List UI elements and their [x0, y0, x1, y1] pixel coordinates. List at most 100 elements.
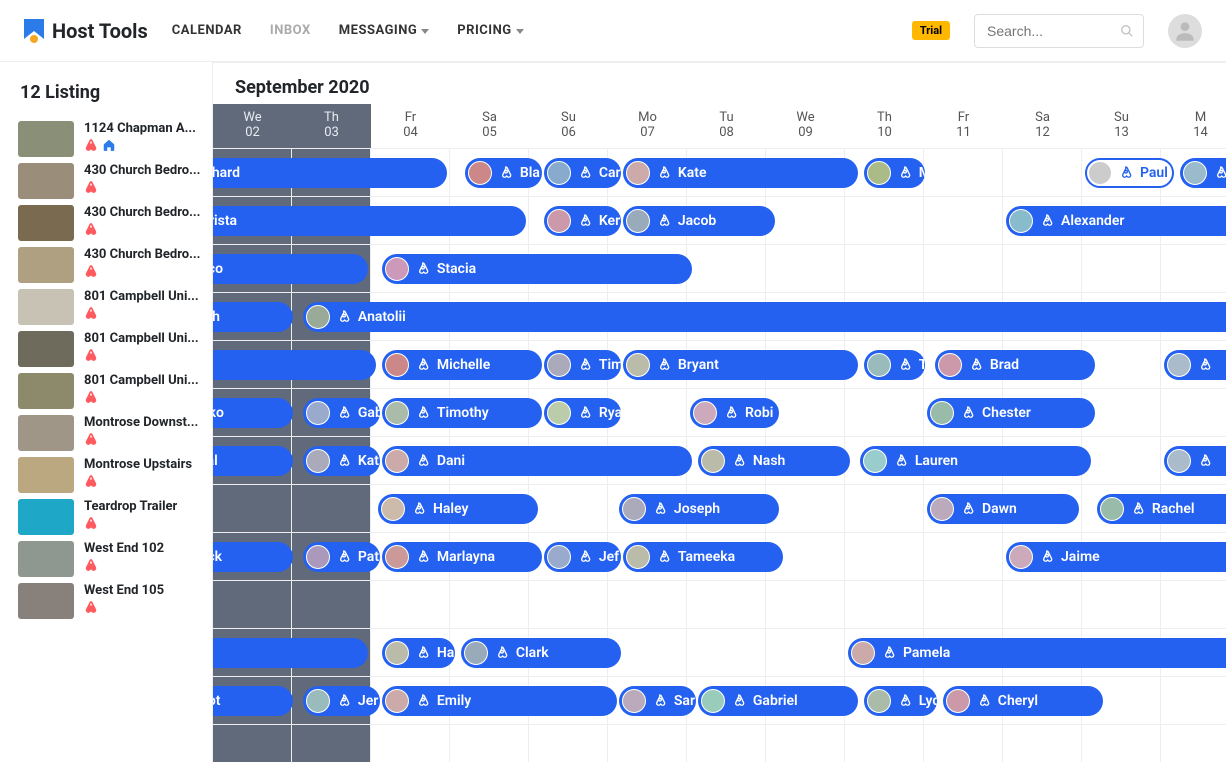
listing-row[interactable]: 430 Church Bedro...	[18, 247, 202, 283]
booking-pill[interactable]: Brad	[935, 350, 1095, 380]
booking-pill[interactable]: Chester	[927, 398, 1095, 428]
booking-pill[interactable]: Richard	[213, 158, 447, 188]
booking-pill[interactable]: Timothy	[382, 398, 542, 428]
listing-row[interactable]: Montrose Upstairs	[18, 457, 202, 493]
listing-row[interactable]: 801 Campbell Uni...	[18, 373, 202, 409]
calendar-body[interactable]: Richard BlaCarKateMa Paul Christa KerJacob Al…	[213, 149, 1226, 762]
guest-name: Jack	[213, 549, 222, 565]
booking-pill[interactable]	[1180, 158, 1226, 188]
booking-pill[interactable]: Michelle	[382, 350, 542, 380]
guest-name: Dawn	[982, 501, 1017, 517]
booking-pill[interactable]: Lauren	[860, 446, 1091, 476]
booking-pill[interactable]: Cheryl	[943, 686, 1103, 716]
booking-pill[interactable]: Anatolii	[303, 302, 1226, 332]
booking-pill[interactable]: Car	[544, 158, 621, 188]
booking-pill[interactable]: Jack	[213, 542, 293, 572]
booking-pill[interactable]: Gabriel	[698, 686, 858, 716]
guest-avatar	[946, 689, 970, 713]
nav-inbox[interactable]: INBOX	[270, 23, 311, 38]
booking-pill[interactable]: Nash	[698, 446, 850, 476]
booking-pill[interactable]: Gina	[213, 638, 368, 668]
booking-pill[interactable]: Bryant	[623, 350, 858, 380]
logo[interactable]: Host Tools	[24, 19, 148, 43]
guest-avatar	[1167, 449, 1191, 473]
guest-avatar	[385, 545, 409, 569]
listing-row[interactable]: Montrose Downst...	[18, 415, 202, 451]
booking-pill[interactable]: Alexander	[1006, 206, 1226, 236]
booking-pill[interactable]: Tameeka	[623, 542, 783, 572]
listing-row[interactable]: 801 Campbell Uni...	[18, 331, 202, 367]
user-avatar[interactable]	[1168, 14, 1202, 48]
guest-name: Francisco	[213, 261, 223, 277]
channel-icons	[84, 306, 199, 320]
airbnb-icon	[1130, 501, 1146, 517]
booking-pill[interactable]: Kat	[303, 446, 380, 476]
booking-pill[interactable]: Marlayna	[382, 542, 542, 572]
airbnb-icon	[415, 693, 431, 709]
booking-pill[interactable]: Francisco	[213, 254, 368, 284]
booking-pill[interactable]: Christa	[213, 206, 526, 236]
guest-name: Jer	[358, 693, 378, 709]
booking-pill[interactable]: Sar	[619, 686, 696, 716]
booking-pill[interactable]: Clark	[461, 638, 621, 668]
guest-name: Rya	[599, 405, 621, 421]
airbnb-icon	[577, 405, 593, 421]
booking-pill[interactable]: Jaime	[1006, 542, 1226, 572]
booking-pill[interactable]: Pat	[303, 542, 380, 572]
booking-pill[interactable]: Scot	[213, 686, 293, 716]
booking-pill[interactable]: Rachel	[1097, 494, 1226, 524]
listing-row[interactable]: 430 Church Bedro...	[18, 163, 202, 199]
booking-pill[interactable]: Robi	[690, 398, 779, 428]
search-input[interactable]	[974, 14, 1144, 48]
booking-pill[interactable]: Haley	[378, 494, 538, 524]
booking-pill[interactable]	[1164, 350, 1226, 380]
listing-row[interactable]: Teardrop Trailer	[18, 499, 202, 535]
day-header: We02	[213, 104, 292, 148]
listing-row[interactable]: 1124 Chapman A...	[18, 121, 202, 157]
booking-pill[interactable]: Ten	[864, 350, 925, 380]
listing-row[interactable]: West End 105	[18, 583, 202, 619]
booking-pill[interactable]: Pamela	[848, 638, 1226, 668]
nav-messaging[interactable]: MESSAGING	[339, 23, 430, 38]
booking-pill[interactable]: Jef	[544, 542, 621, 572]
booking-pill[interactable]: Jer	[303, 686, 380, 716]
booking-pill[interactable]: Dako	[213, 398, 293, 428]
listing-row[interactable]: West End 102	[18, 541, 202, 577]
booking-pill[interactable]: Bla	[465, 158, 542, 188]
booking-pill[interactable]: Erin	[213, 350, 376, 380]
brand-name: Host Tools	[52, 19, 148, 43]
booking-pill[interactable]: Dani	[382, 446, 692, 476]
guest-avatar	[930, 401, 954, 425]
listing-row[interactable]: 801 Campbell Uni...	[18, 289, 202, 325]
booking-pill[interactable]: Paul	[1085, 158, 1174, 188]
nav-calendar[interactable]: CALENDAR	[172, 23, 242, 38]
booking-pill[interactable]: Dawn	[927, 494, 1079, 524]
booking-pill[interactable]	[1164, 446, 1226, 476]
guest-name: Joseph	[674, 501, 720, 517]
booking-pill[interactable]: Tim	[544, 350, 621, 380]
guest-avatar	[626, 353, 650, 377]
booking-pill[interactable]: Emily	[382, 686, 617, 716]
booking-pill[interactable]: Ma	[864, 158, 925, 188]
booking-pill[interactable]: Gab	[303, 398, 380, 428]
booking-pill[interactable]: Muh	[213, 302, 293, 332]
booking-pill[interactable]: Jacob	[623, 206, 775, 236]
airbnb-icon	[1197, 357, 1213, 373]
booking-pill[interactable]: Kate	[623, 158, 858, 188]
logo-icon	[24, 19, 44, 43]
guest-name: Cheryl	[998, 693, 1038, 709]
guest-avatar	[626, 209, 650, 233]
listing-row[interactable]: 430 Church Bedro...	[18, 205, 202, 241]
nav-pricing[interactable]: PRICING	[457, 23, 523, 38]
booking-pill[interactable]: Rya	[544, 398, 621, 428]
guest-avatar	[306, 449, 330, 473]
listing-thumb	[18, 499, 74, 535]
guest-avatar	[547, 545, 571, 569]
booking-pill[interactable]: Joseph	[619, 494, 779, 524]
booking-pill[interactable]: Stacia	[382, 254, 692, 284]
booking-pill[interactable]: Eval	[213, 446, 293, 476]
booking-pill[interactable]: Lyd	[864, 686, 937, 716]
booking-pill[interactable]: Ker	[544, 206, 621, 236]
booking-pill[interactable]: Hal	[382, 638, 455, 668]
listing-name: 1124 Chapman A...	[84, 121, 196, 136]
